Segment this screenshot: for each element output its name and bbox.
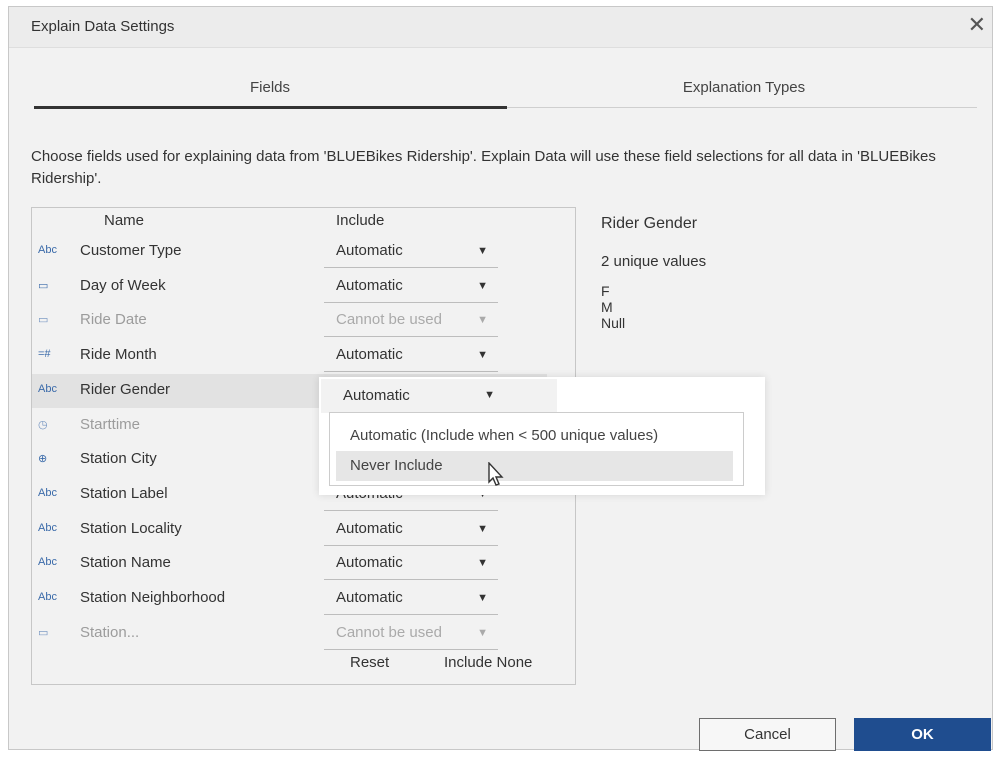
explain-data-settings-dialog: Explain Data Settings ✕ Fields Explanati… xyxy=(8,6,993,751)
dropdown-value: Automatic xyxy=(336,242,403,259)
string-type-icon: Abc xyxy=(38,521,57,534)
field-name: Rider Gender xyxy=(80,380,171,398)
include-dropdown: Cannot be used ▼ xyxy=(324,617,498,650)
include-dropdown[interactable]: Automatic ▼ xyxy=(324,582,498,615)
field-name: Station... xyxy=(80,623,140,641)
dropdown-value: Automatic xyxy=(343,387,410,404)
field-name: Ride Month xyxy=(80,346,157,364)
dropdown-arrow-icon: ▼ xyxy=(477,557,488,570)
dropdown-arrow-icon: ▼ xyxy=(477,592,488,604)
datetime-type-icon: ◷ xyxy=(38,418,48,431)
dropdown-arrow-icon: ▼ xyxy=(477,626,488,639)
description-text: Choose fields used for explaining data f… xyxy=(31,148,936,187)
include-dropdown[interactable]: Automatic ▼ xyxy=(324,270,498,303)
field-row[interactable]: ▭ Day of Week Automatic ▼ xyxy=(32,270,575,304)
include-dropdown: Cannot be used ▼ xyxy=(324,304,498,338)
dropdown-arrow-icon: ▼ xyxy=(477,349,488,362)
menu-item-label: Never Include xyxy=(350,457,443,474)
field-row[interactable]: =# Ride Month Automatic ▼ xyxy=(32,339,575,373)
dropdown-value: Automatic xyxy=(336,276,403,294)
field-name: Station City xyxy=(80,450,157,468)
include-none-button[interactable]: Include None xyxy=(444,654,532,671)
column-header-include: Include xyxy=(336,212,385,229)
date-type-icon: ▭ xyxy=(38,279,49,292)
dropdown-arrow-icon: ▼ xyxy=(477,522,488,535)
field-name: Station Label xyxy=(80,484,168,502)
dropdown-value: Automatic xyxy=(336,519,403,537)
dropdown-value: Automatic xyxy=(336,589,403,606)
include-dropdown[interactable]: Automatic ▼ xyxy=(324,339,498,373)
field-name: Station Name xyxy=(80,554,171,572)
detail-unique-count: 2 unique values xyxy=(601,253,707,270)
detail-value: M xyxy=(601,299,613,315)
cancel-button[interactable]: Cancel xyxy=(699,718,836,751)
reset-button[interactable]: Reset xyxy=(350,654,389,671)
dropdown-value: Cannot be used xyxy=(336,311,442,329)
field-name: Starttime xyxy=(80,415,141,433)
dropdown-arrow-icon: ▼ xyxy=(477,279,488,292)
include-options-menu: Automatic (Include when < 500 unique val… xyxy=(329,412,744,486)
field-row[interactable]: ▭ Station... Cannot be used ▼ xyxy=(32,617,575,651)
field-name: Day of Week xyxy=(80,276,166,294)
dropdown-value: Automatic xyxy=(336,346,403,364)
detail-value: F xyxy=(601,283,610,299)
string-type-icon: Abc xyxy=(38,382,57,395)
dropdown-value: Automatic xyxy=(336,554,403,572)
menu-item-label: Automatic (Include when < 500 unique val… xyxy=(350,427,659,444)
detail-field-name: Rider Gender xyxy=(601,215,698,232)
mouse-pointer-icon xyxy=(487,461,505,493)
close-icon[interactable]: ✕ xyxy=(968,13,986,37)
date-type-icon: ▭ xyxy=(38,626,49,639)
string-type-icon: Abc xyxy=(38,244,57,256)
detail-value: Null xyxy=(601,315,626,331)
field-row[interactable]: Abc Station Neighborhood Automatic ▼ xyxy=(32,582,575,616)
column-header-name: Name xyxy=(104,212,145,229)
field-name: Station Locality xyxy=(80,519,182,537)
field-name: Customer Type xyxy=(80,242,182,259)
field-row[interactable]: Abc Customer Type Automatic ▼ xyxy=(32,235,575,269)
dropdown-value: Cannot be used xyxy=(336,623,442,641)
detail-values-list: F M Null xyxy=(601,283,625,331)
string-type-icon: Abc xyxy=(38,486,57,499)
geo-type-icon: ⊕ xyxy=(38,453,48,466)
ok-button[interactable]: OK xyxy=(854,718,991,751)
string-type-icon: Abc xyxy=(38,556,57,569)
string-type-icon: Abc xyxy=(38,591,57,603)
include-dropdown[interactable]: Automatic ▼ xyxy=(324,235,498,268)
dropdown-arrow-icon: ▼ xyxy=(477,245,488,257)
dialog-title: Explain Data Settings xyxy=(31,18,175,35)
tab-explanation-types[interactable]: Explanation Types xyxy=(509,79,979,96)
field-name: Ride Date xyxy=(80,311,147,329)
tab-fields[interactable]: Fields xyxy=(34,79,506,96)
menu-item-never-include[interactable]: Never Include xyxy=(336,451,733,481)
number-type-icon: =# xyxy=(38,348,51,361)
field-name: Station Neighborhood xyxy=(80,589,226,606)
dropdown-arrow-icon: ▼ xyxy=(484,389,495,401)
menu-item-automatic[interactable]: Automatic (Include when < 500 unique val… xyxy=(330,421,743,451)
include-dropdown-open[interactable]: Automatic ▼ xyxy=(331,379,505,413)
include-dropdown[interactable]: Automatic ▼ xyxy=(324,547,498,581)
field-row[interactable]: Abc Station Name Automatic ▼ xyxy=(32,547,575,581)
active-tab-indicator xyxy=(34,106,507,109)
date-type-icon: ▭ xyxy=(38,314,49,327)
include-dropdown[interactable]: Automatic ▼ xyxy=(324,513,498,546)
title-bar: Explain Data Settings ✕ xyxy=(9,7,992,48)
tab-divider xyxy=(507,107,977,108)
field-row[interactable]: Abc Station Locality Automatic ▼ xyxy=(32,513,575,547)
dropdown-arrow-icon: ▼ xyxy=(477,314,488,327)
field-row[interactable]: ▭ Ride Date Cannot be used ▼ xyxy=(32,304,575,338)
